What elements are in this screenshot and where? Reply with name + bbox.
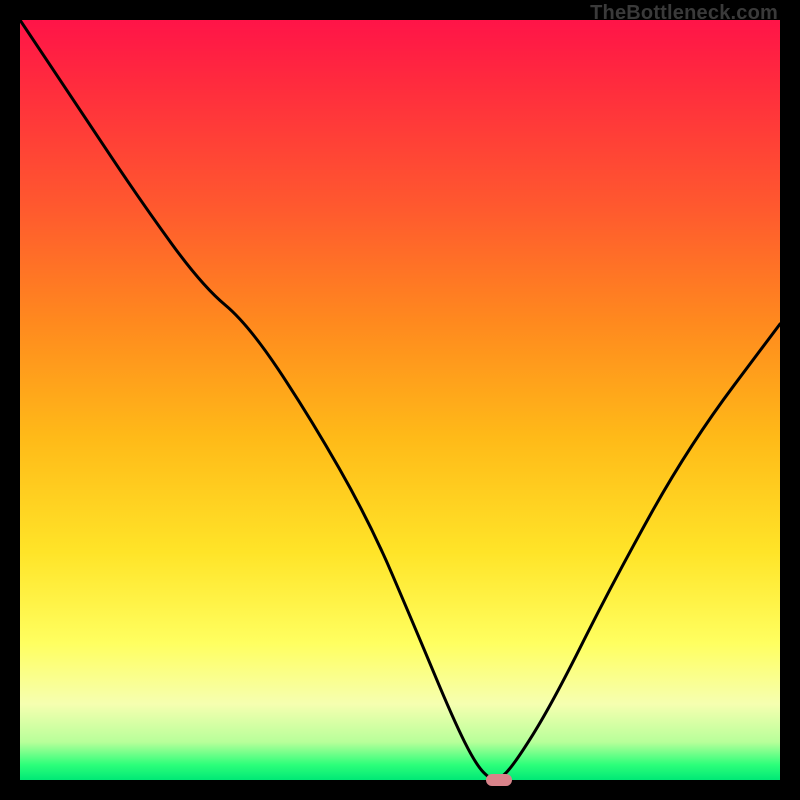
bottleneck-curve [20, 20, 780, 780]
curve-path [20, 20, 780, 780]
chart-frame: TheBottleneck.com [0, 0, 800, 800]
optimal-marker [486, 774, 512, 786]
plot-area [20, 20, 780, 780]
watermark-text: TheBottleneck.com [590, 2, 778, 25]
